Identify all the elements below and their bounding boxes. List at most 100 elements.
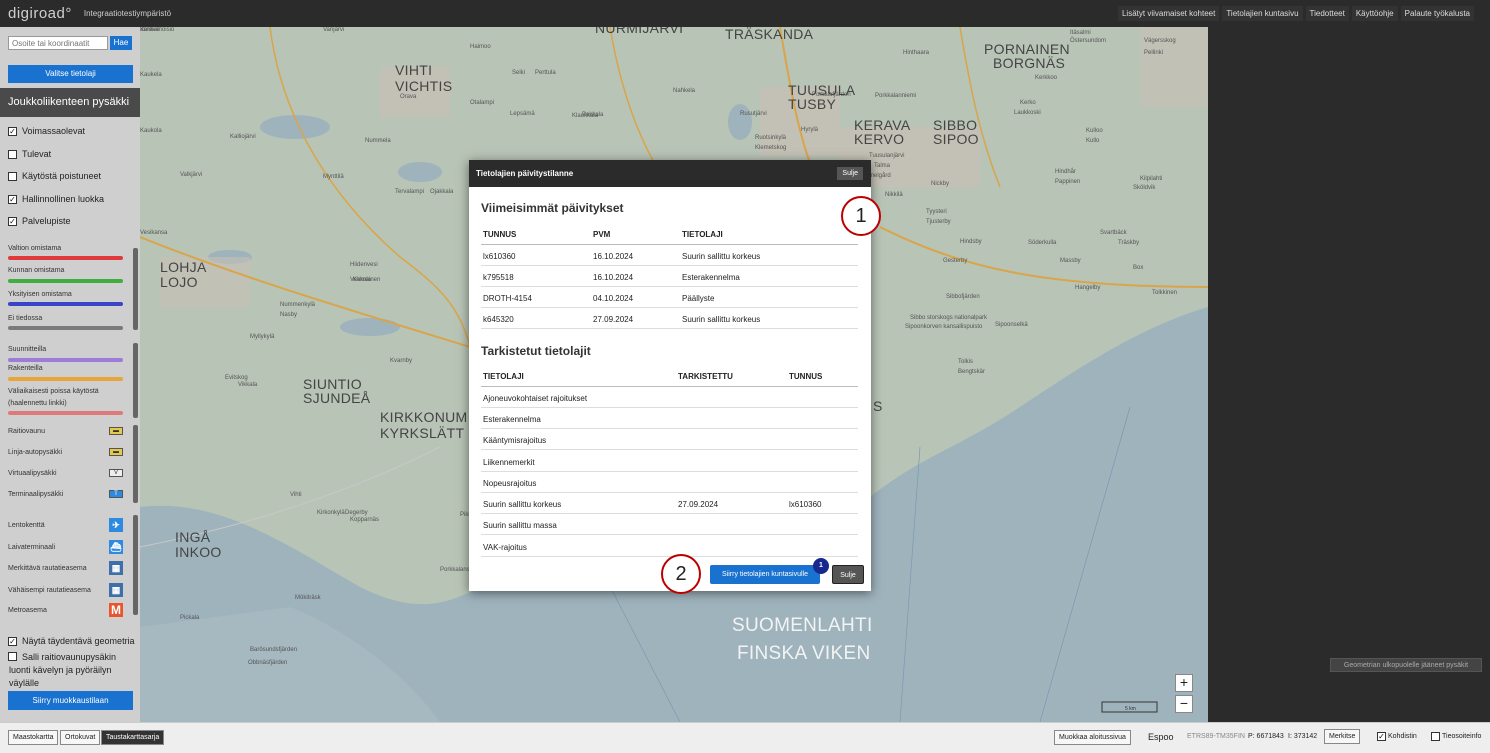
- header-link-municipality-page[interactable]: Tietolajien kuntasivu: [1222, 6, 1303, 21]
- edit-mode-button[interactable]: Siirry muokkaustilaan: [8, 691, 133, 710]
- digiroad-logo[interactable]: digiroad°: [8, 5, 72, 22]
- option-allow-tram-stop[interactable]: Salli raitiovaunupysäkin luonti kävelyn …: [8, 651, 136, 690]
- modal-close-button[interactable]: Sulje: [832, 565, 864, 584]
- map-place-label: Tervalampi: [395, 189, 425, 195]
- recent-header-type: TIETOLAJI: [682, 230, 723, 239]
- map-place-label: Haimoo: [470, 44, 491, 50]
- map-label-tuusula: TUUSULA: [788, 82, 856, 98]
- outside-geometry-stops-button[interactable]: Geometrian ulkopuolelle jääneet pysäkit: [1330, 658, 1482, 672]
- filter-admin-class[interactable]: ✓ Hallinnollinen luokka: [8, 194, 104, 204]
- callout-2: 2: [661, 554, 701, 594]
- goto-municipality-page-button[interactable]: Siirry tietolajien kuntasivulle: [710, 565, 820, 584]
- legend-private-bar: [8, 302, 123, 306]
- map-label-vihti: VIHTI: [395, 62, 433, 78]
- header-link-feedback[interactable]: Palaute työkalusta: [1400, 6, 1474, 21]
- legend-planned-bar: [8, 358, 123, 362]
- map-place-label: Vanjärvi: [323, 27, 345, 33]
- checked-row: Ajoneuvokohtaiset rajoitukset: [481, 387, 858, 408]
- filter-removed[interactable]: Käytöstä poistuneet: [8, 171, 101, 181]
- filter-service-point[interactable]: ✓ Palvelupiste: [8, 216, 71, 226]
- checkbox[interactable]: ✓: [8, 194, 17, 204]
- cell-type: Suurin sallittu korkeus: [682, 252, 761, 261]
- app-window: digiroad° Integraatiotestiympäristö Lisä…: [0, 0, 1490, 753]
- legend-scrollbar-4[interactable]: [133, 515, 138, 615]
- legend-major-rail-label: Merkittävä rautatieasema: [8, 564, 87, 572]
- legend-bus-label: Linja-autopysäkki: [8, 448, 63, 456]
- roadinfo-toggle[interactable]: Tieosoiteinfo: [1431, 732, 1481, 741]
- map-place-label: Orava: [400, 94, 417, 100]
- callout-1: 1: [841, 196, 881, 236]
- header-links: Lisätyt viivamaiset kohteet Tietolajien …: [1117, 6, 1474, 21]
- maptype-terrain[interactable]: Maastokartta: [8, 730, 59, 745]
- legend-ferry-label: Laivaterminaali: [8, 543, 56, 551]
- tram-stop-icon: ▬: [109, 427, 123, 435]
- option-label: Näytä täydentävä geometria: [22, 636, 135, 646]
- bus-stop-icon: ▬: [109, 448, 123, 456]
- maptype-ortho[interactable]: Ortokuvat: [60, 730, 101, 745]
- option-extra-geometry[interactable]: ✓ Näytä täydentävä geometria: [8, 636, 135, 646]
- checkbox[interactable]: ✓: [8, 636, 17, 646]
- checkbox[interactable]: ✓: [1377, 732, 1386, 741]
- maptype-background[interactable]: Taustakarttasarja: [101, 730, 165, 745]
- map-place-label: Pellinki: [1144, 50, 1164, 56]
- map-label-lojo: LOJO: [160, 274, 198, 290]
- legend-airport: Lentokenttä ✈: [8, 518, 123, 532]
- recent-row: DROTH-4154 04.10.2024 Päällyste: [481, 287, 858, 308]
- legend-scrollbar-3[interactable]: [133, 425, 138, 503]
- map-place-label: Tyysteri: [926, 209, 947, 215]
- checkbox[interactable]: ✓: [8, 216, 17, 226]
- map-place-label: Vekkola: [350, 277, 372, 283]
- search-input[interactable]: [8, 36, 108, 50]
- cell-type: Suurin sallittu korkeus: [483, 500, 562, 509]
- map-place-label: Myllykylä: [250, 334, 275, 340]
- legend-construction-bar: [8, 377, 123, 381]
- map-place-label: Gesterby: [943, 258, 968, 264]
- legend-scrollbar-2[interactable]: [133, 343, 138, 418]
- legend-municipal-label: Kunnan omistama: [8, 267, 65, 274]
- search-button[interactable]: Hae: [110, 36, 132, 50]
- checkbox[interactable]: ✓: [8, 126, 17, 136]
- map-label-s: S: [873, 398, 883, 414]
- checkbox[interactable]: [1431, 732, 1440, 741]
- map-place-label: Kirkonkylä: [317, 510, 345, 516]
- crosshair-toggle[interactable]: ✓ Kohdistin: [1377, 732, 1417, 741]
- zoom-in-button[interactable]: +: [1175, 674, 1193, 692]
- map-label-borgnas: BORGNÄS: [993, 55, 1066, 71]
- edit-start-page-button[interactable]: Muokkaa aloitussivua: [1054, 730, 1131, 745]
- modal-close-top-button[interactable]: Sulje: [837, 167, 863, 180]
- filter-valid[interactable]: ✓ Voimassaolevat: [8, 126, 85, 136]
- checkbox[interactable]: [8, 171, 17, 181]
- zoom-out-button[interactable]: −: [1175, 695, 1193, 713]
- legend-unknown-label: Ei tiedossa: [8, 315, 43, 322]
- legend-scrollbar[interactable]: [133, 248, 138, 330]
- map-place-label: Kerkkoo: [1035, 75, 1058, 81]
- checked-types-heading: Tarkistetut tietolajit: [481, 344, 591, 358]
- coord-i: I: 373142: [1288, 733, 1318, 740]
- checked-row: Suurin sallittu massa: [481, 514, 858, 535]
- sidebar: Hae Valitse tietolaji Joukkoliikenteen p…: [0, 27, 140, 722]
- map-place-label: Träskby: [1118, 240, 1140, 246]
- header-link-linear-objects[interactable]: Lisätyt viivamaiset kohteet: [1117, 6, 1220, 21]
- checked-row: Suurin sallittu korkeus 27.09.2024 lx61036…: [481, 493, 858, 514]
- checked-row: Esterakennelma: [481, 408, 858, 429]
- mark-button[interactable]: Merkitse: [1324, 729, 1361, 744]
- legend-minor-rail-label: Vähäisempi rautatieasema: [8, 586, 91, 594]
- checkbox[interactable]: [8, 149, 17, 159]
- legend-virtual: Virtuaalipysäkki V: [8, 469, 123, 477]
- header-link-announcements[interactable]: Tiedotteet: [1305, 6, 1349, 21]
- map-place-label: Pappinen: [1055, 179, 1081, 185]
- recent-row: k645320 27.09.2024 Suurin sallittu korkeus: [481, 308, 858, 329]
- update-status-modal: Tietolajien päivitystilanne Sulje Viimei…: [469, 160, 871, 591]
- select-layer-button[interactable]: Valitse tietolaji: [8, 65, 133, 83]
- map-place-label: Kopparnäs: [350, 517, 380, 523]
- filter-future[interactable]: Tulevat: [8, 149, 51, 159]
- legend-state-label: Valtion omistama: [8, 245, 62, 252]
- map-label-sibbo: SIBBO: [933, 117, 978, 133]
- header-link-user-guide[interactable]: Käyttöohje: [1351, 6, 1398, 21]
- legend-terminal: Terminaalipysäkki T: [8, 490, 123, 498]
- cell-type: Esterakennelma: [682, 273, 740, 282]
- cell-type: Nopeusrajoitus: [483, 479, 537, 488]
- map-place-label: Mökiträsk: [295, 595, 321, 601]
- legend-municipal-bar: [8, 279, 123, 283]
- checked-header-type: TIETOLAJI: [483, 372, 524, 381]
